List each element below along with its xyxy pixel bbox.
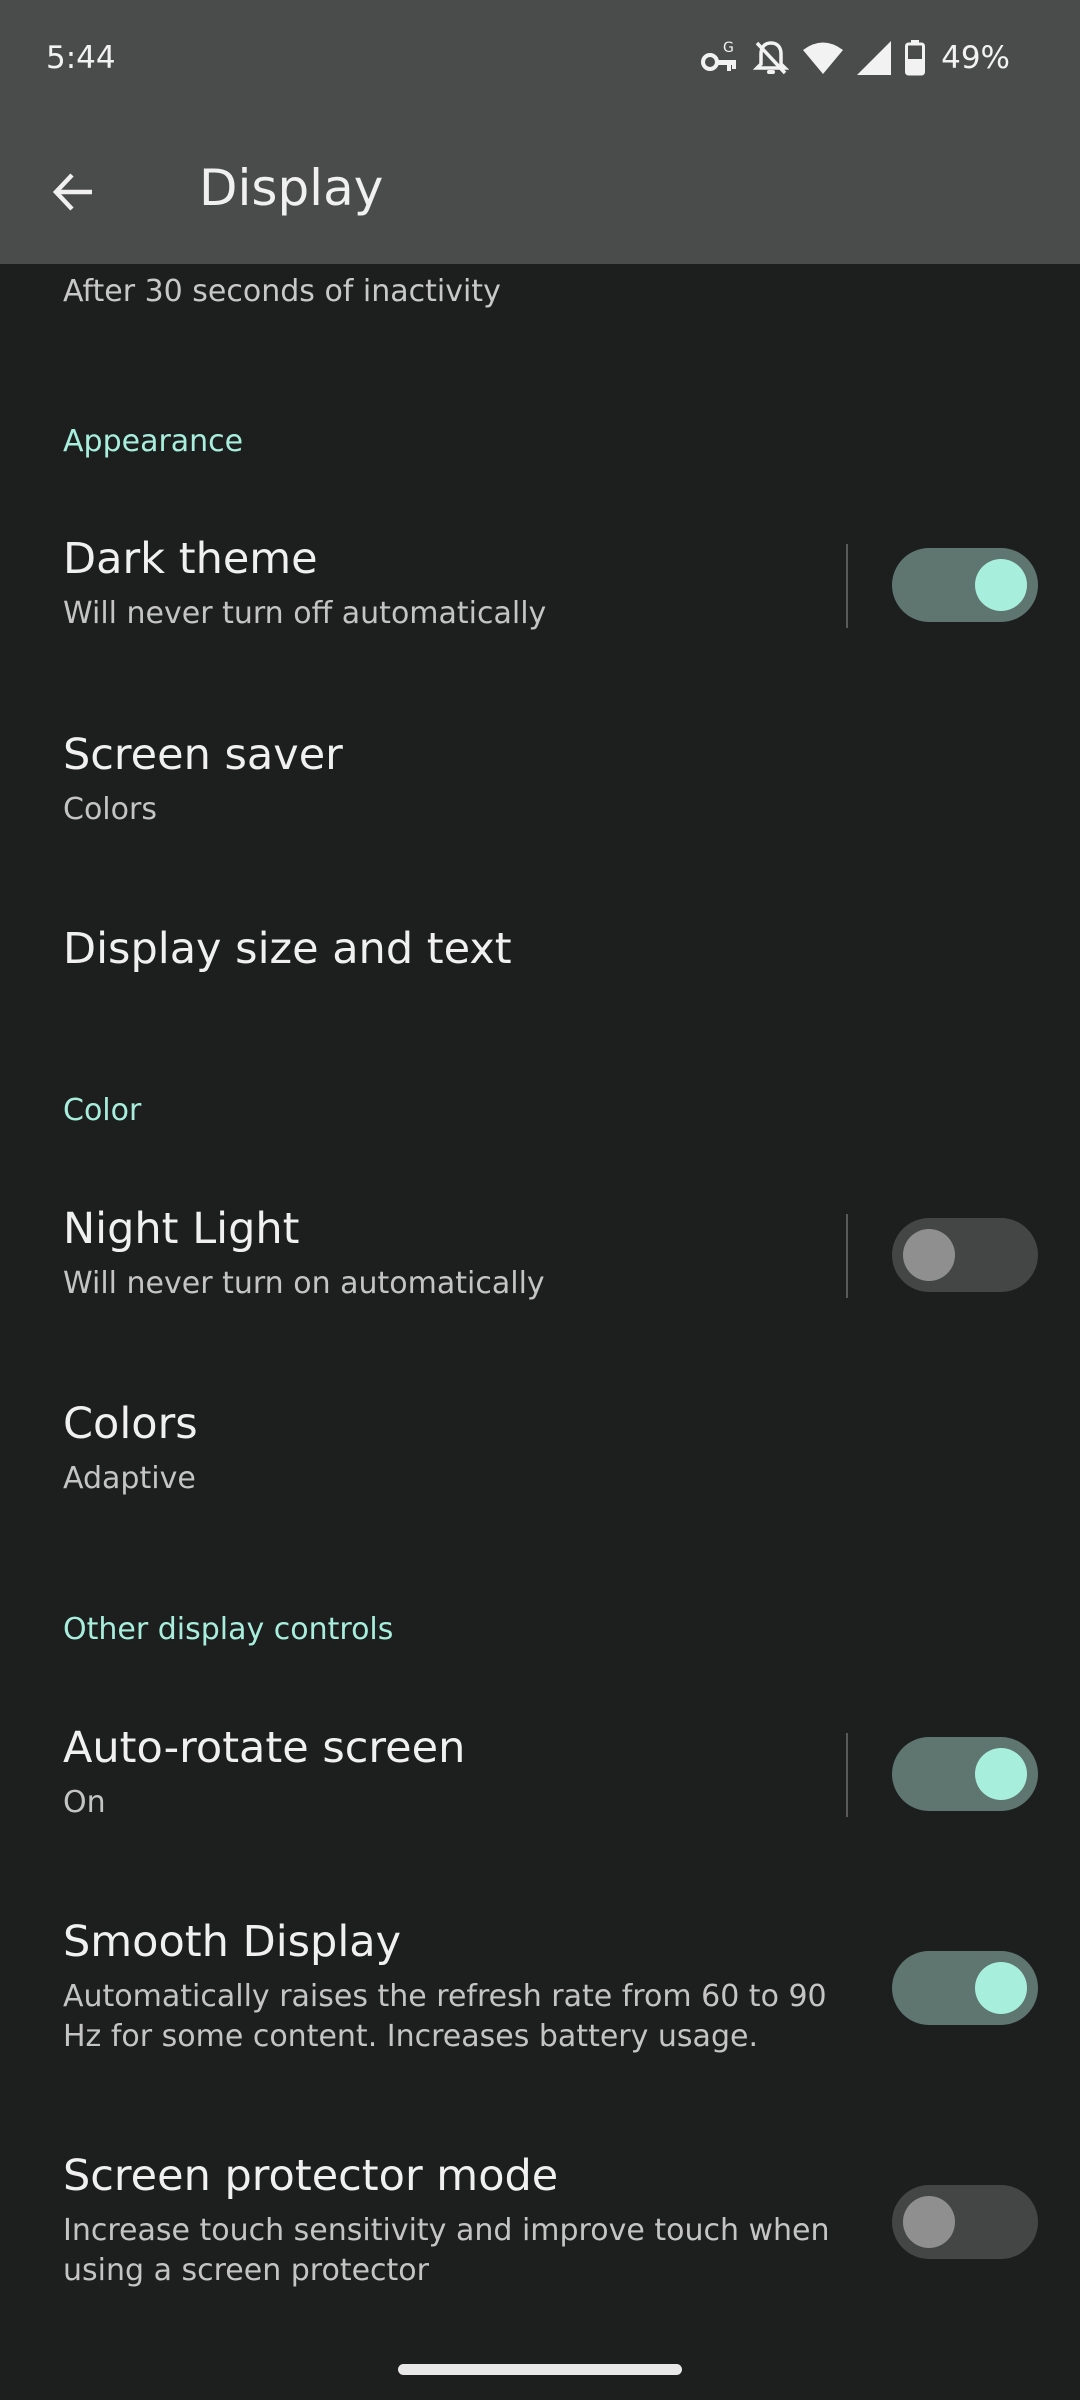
battery-icon [905, 40, 926, 76]
night-light-title: Night Light [63, 1204, 300, 1254]
notifications-off-icon [753, 39, 790, 77]
night-light-item[interactable]: Night Light Will never turn on automatic… [0, 1174, 1080, 1324]
battery-percent: 49% [941, 40, 1010, 76]
svg-text:G: G [723, 40, 734, 56]
status-icons: G 49% [699, 36, 1010, 80]
night-light-summary: Will never turn on automatically [63, 1266, 545, 1301]
screen-protector-title: Screen protector mode [63, 2151, 559, 2201]
colors-item[interactable]: Colors Adaptive [0, 1369, 1080, 1519]
gesture-nav-handle[interactable] [398, 2364, 682, 2375]
section-header-other-display-controls: Other display controls [63, 1612, 394, 1647]
status-bar: 5:44 G 49% [0, 0, 1080, 118]
dark-theme-summary: Will never turn off automatically [63, 596, 547, 631]
screen-protector-item[interactable]: Screen protector mode Increase touch sen… [0, 2121, 1080, 2321]
screen-saver-item[interactable]: Screen saver Colors [0, 700, 1080, 850]
screen-timeout-summary: After 30 seconds of inactivity [63, 274, 501, 309]
toggle-knob [903, 1229, 955, 1281]
wifi-icon [803, 41, 844, 75]
display-size-item[interactable]: Display size and text [0, 894, 1080, 1044]
auto-rotate-toggle[interactable] [892, 1737, 1038, 1811]
divider [846, 544, 848, 628]
dark-theme-title: Dark theme [63, 534, 318, 584]
section-header-appearance: Appearance [63, 424, 244, 459]
toggle-knob [903, 2196, 955, 2248]
smooth-display-summary: Automatically raises the refresh rate fr… [63, 1979, 827, 2054]
app-bar: Display [0, 118, 1080, 264]
cell-signal-icon [857, 41, 892, 75]
screen-protector-summary: Increase touch sensitivity and improve t… [63, 2213, 830, 2288]
back-button[interactable] [42, 162, 106, 226]
divider [846, 1733, 848, 1817]
auto-rotate-summary: On [63, 1785, 106, 1820]
section-header-color: Color [63, 1093, 142, 1128]
colors-summary: Adaptive [63, 1461, 196, 1496]
divider [846, 1214, 848, 1298]
night-light-toggle[interactable] [892, 1218, 1038, 1292]
smooth-display-toggle[interactable] [892, 1951, 1038, 2025]
status-time: 5:44 [46, 40, 116, 76]
screen-protector-toggle[interactable] [892, 2185, 1038, 2259]
smooth-display-title: Smooth Display [63, 1917, 402, 1967]
dark-theme-toggle[interactable] [892, 548, 1038, 622]
auto-rotate-title: Auto-rotate screen [63, 1723, 466, 1773]
dark-theme-item[interactable]: Dark theme Will never turn off automatic… [0, 504, 1080, 654]
toggle-knob [975, 559, 1027, 611]
screen-saver-title: Screen saver [63, 730, 343, 780]
auto-rotate-item[interactable]: Auto-rotate screen On [0, 1693, 1080, 1843]
vpn-key-icon: G [699, 38, 739, 78]
toggle-knob [975, 1748, 1027, 1800]
display-size-title: Display size and text [63, 924, 512, 974]
colors-title: Colors [63, 1399, 198, 1449]
arrow-back-icon [52, 170, 96, 218]
screen-saver-summary: Colors [63, 792, 157, 827]
page-title: Display [199, 159, 384, 217]
toggle-knob [975, 1962, 1027, 2014]
smooth-display-item[interactable]: Smooth Display Automatically raises the … [0, 1887, 1080, 2087]
